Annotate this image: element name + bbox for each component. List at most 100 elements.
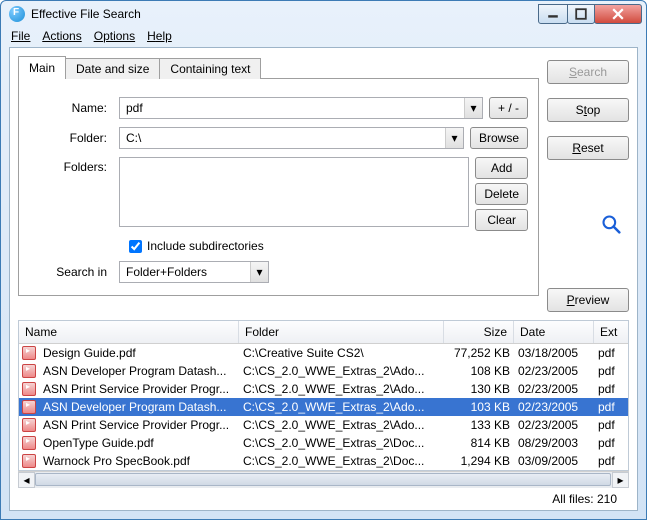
browse-button[interactable]: Browse xyxy=(470,127,528,149)
cell-size: 77,252 KB xyxy=(444,346,514,360)
menu-help[interactable]: Help xyxy=(147,29,172,45)
column-name[interactable]: Name xyxy=(19,321,239,343)
column-ext[interactable]: Ext xyxy=(594,321,628,343)
plus-minus-button[interactable]: + / - xyxy=(489,97,528,119)
cell-date: 03/09/2005 xyxy=(514,454,594,468)
cell-size: 814 KB xyxy=(444,436,514,450)
scroll-thumb[interactable] xyxy=(35,473,611,486)
search-in-value: Folder+Folders xyxy=(120,262,250,282)
include-subdirectories-label: Include subdirectories xyxy=(147,239,264,253)
close-button[interactable] xyxy=(594,4,642,24)
pdf-file-icon xyxy=(22,436,36,450)
delete-button[interactable]: Delete xyxy=(475,183,528,205)
cell-ext: pdf xyxy=(594,418,628,432)
cell-ext: pdf xyxy=(594,454,628,468)
table-row[interactable]: ASN Print Service Provider Progr...C:\CS… xyxy=(19,380,628,398)
pdf-file-icon xyxy=(22,382,36,396)
name-combo[interactable]: pdf ▾ xyxy=(119,97,483,119)
tab-main[interactable]: Main xyxy=(18,56,66,79)
menubar: File Actions Options Help xyxy=(1,27,646,47)
preview-button[interactable]: Preview xyxy=(547,288,629,312)
menu-actions[interactable]: Actions xyxy=(42,29,81,45)
cell-date: 03/18/2005 xyxy=(514,346,594,360)
pdf-file-icon xyxy=(22,418,36,432)
tab-containing-text[interactable]: Containing text xyxy=(159,58,261,79)
search-in-label: Search in xyxy=(29,265,119,279)
table-row[interactable]: ASN Print Service Provider Progr...C:\CS… xyxy=(19,416,628,434)
pdf-file-icon xyxy=(22,454,36,468)
magnifier-icon xyxy=(601,214,621,234)
cell-ext: pdf xyxy=(594,346,628,360)
cell-date: 02/23/2005 xyxy=(514,418,594,432)
cell-size: 130 KB xyxy=(444,382,514,396)
cell-folder: C:\CS_2.0_WWE_Extras_2\Doc... xyxy=(239,436,444,450)
cell-folder: C:\CS_2.0_WWE_Extras_2\Ado... xyxy=(239,382,444,396)
cell-date: 02/23/2005 xyxy=(514,400,594,414)
cell-date: 02/23/2005 xyxy=(514,364,594,378)
maximize-button[interactable] xyxy=(567,4,595,24)
titlebar: Effective File Search xyxy=(1,1,646,27)
window-title: Effective File Search xyxy=(31,7,539,21)
cell-size: 103 KB xyxy=(444,400,514,414)
search-in-combo[interactable]: Folder+Folders ▾ xyxy=(119,261,269,283)
menu-options[interactable]: Options xyxy=(94,29,135,45)
cell-folder: C:\CS_2.0_WWE_Extras_2\Ado... xyxy=(239,418,444,432)
chevron-down-icon[interactable]: ▾ xyxy=(464,98,482,118)
add-button[interactable]: Add xyxy=(475,157,528,179)
scroll-right-icon[interactable]: ▸ xyxy=(612,472,629,488)
cell-folder: C:\CS_2.0_WWE_Extras_2\Doc... xyxy=(239,454,444,468)
tab-panel-main: Name: pdf ▾ + / - Folder: C:\ ▾ Br xyxy=(18,78,539,296)
cell-name: ASN Print Service Provider Progr... xyxy=(39,382,239,396)
chevron-down-icon[interactable]: ▾ xyxy=(445,128,463,148)
minimize-button[interactable] xyxy=(538,4,568,24)
results-table: Name Folder Size Date Ext Design Guide.p… xyxy=(18,320,629,471)
reset-button[interactable]: Reset xyxy=(547,136,629,160)
cell-name: Design Guide.pdf xyxy=(39,346,239,360)
pdf-file-icon xyxy=(22,364,36,378)
column-date[interactable]: Date xyxy=(514,321,594,343)
cell-folder: C:\CS_2.0_WWE_Extras_2\Ado... xyxy=(239,364,444,378)
status-bar: All files: 210 xyxy=(10,488,637,510)
tab-date-size[interactable]: Date and size xyxy=(65,58,160,79)
results-header: Name Folder Size Date Ext xyxy=(19,321,628,344)
cell-size: 1,294 KB xyxy=(444,454,514,468)
include-subdirectories-checkbox[interactable] xyxy=(129,240,142,253)
cell-folder: C:\CS_2.0_WWE_Extras_2\Ado... xyxy=(239,400,444,414)
cell-name: ASN Developer Program Datash... xyxy=(39,364,239,378)
cell-size: 133 KB xyxy=(444,418,514,432)
cell-name: ASN Developer Program Datash... xyxy=(39,400,239,414)
table-row[interactable]: OpenType Guide.pdfC:\CS_2.0_WWE_Extras_2… xyxy=(19,434,628,452)
chevron-down-icon[interactable]: ▾ xyxy=(250,262,268,282)
pdf-file-icon xyxy=(22,400,36,414)
folder-label: Folder: xyxy=(29,131,119,145)
name-label: Name: xyxy=(29,101,119,115)
cell-folder: C:\Creative Suite CS2\ xyxy=(239,346,444,360)
column-folder[interactable]: Folder xyxy=(239,321,444,343)
stop-button[interactable]: Stop xyxy=(547,98,629,122)
column-size[interactable]: Size xyxy=(444,321,514,343)
cell-date: 02/23/2005 xyxy=(514,382,594,396)
scroll-left-icon[interactable]: ◂ xyxy=(18,472,35,488)
table-row[interactable]: ASN Developer Program Datash...C:\CS_2.0… xyxy=(19,398,628,416)
search-button[interactable]: Search xyxy=(547,60,629,84)
cell-name: ASN Print Service Provider Progr... xyxy=(39,418,239,432)
table-row[interactable]: Warnock Pro SpecBook.pdfC:\CS_2.0_WWE_Ex… xyxy=(19,452,628,470)
app-icon xyxy=(9,6,25,22)
cell-ext: pdf xyxy=(594,382,628,396)
clear-button[interactable]: Clear xyxy=(475,209,528,231)
pdf-file-icon xyxy=(22,346,36,360)
name-value: pdf xyxy=(120,98,464,118)
table-row[interactable]: ASN Developer Program Datash...C:\CS_2.0… xyxy=(19,362,628,380)
cell-ext: pdf xyxy=(594,436,628,450)
cell-name: OpenType Guide.pdf xyxy=(39,436,239,450)
table-row[interactable]: Design Guide.pdfC:\Creative Suite CS2\77… xyxy=(19,344,628,362)
folders-textarea[interactable] xyxy=(119,157,469,227)
cell-ext: pdf xyxy=(594,364,628,378)
folder-combo[interactable]: C:\ ▾ xyxy=(119,127,464,149)
horizontal-scrollbar[interactable]: ◂ ▸ xyxy=(18,471,629,488)
folders-label: Folders: xyxy=(29,157,119,174)
cell-size: 108 KB xyxy=(444,364,514,378)
menu-file[interactable]: File xyxy=(11,29,30,45)
cell-ext: pdf xyxy=(594,400,628,414)
folder-value: C:\ xyxy=(120,128,445,148)
